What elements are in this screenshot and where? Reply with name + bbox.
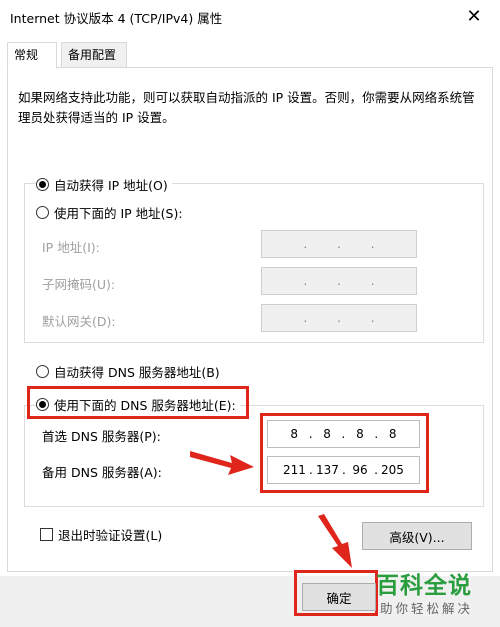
octet-dot: . bbox=[308, 427, 313, 441]
advanced-button[interactable]: 高级(V)... bbox=[362, 522, 472, 550]
octet-dot: . bbox=[309, 463, 313, 477]
dns-octet: 211 bbox=[283, 463, 306, 477]
auto-dns-radio[interactable] bbox=[36, 365, 49, 378]
validate-on-exit-label: 退出时验证设置(L) bbox=[58, 528, 163, 543]
octet-dot: . bbox=[337, 237, 341, 251]
octet-dot: . bbox=[341, 427, 346, 441]
tab-alternate-config[interactable]: 备用配置 bbox=[61, 42, 127, 68]
octet-dot: . bbox=[337, 311, 341, 325]
alternate-dns-field[interactable]: 211. 137. 96. 205 bbox=[267, 456, 420, 484]
tab-general-label: 常规 bbox=[14, 48, 39, 62]
dns-octet: 8 bbox=[290, 427, 299, 441]
ok-button[interactable]: 确定 bbox=[302, 583, 376, 611]
dns-octet: 137 bbox=[315, 463, 339, 477]
manual-dns-option[interactable]: 使用下面的 DNS 服务器地址(E): bbox=[36, 395, 240, 414]
auto-dns-label: 自动获得 DNS 服务器地址(B) bbox=[54, 365, 220, 380]
auto-ip-option[interactable]: 自动获得 IP 地址(O) bbox=[36, 175, 172, 194]
octet-dot: . bbox=[370, 237, 375, 251]
octet-dot: . bbox=[342, 463, 346, 477]
octet-dot: . bbox=[374, 427, 379, 441]
default-gateway-field[interactable]: . . . bbox=[261, 304, 417, 332]
validate-on-exit-checkbox[interactable] bbox=[40, 528, 53, 541]
manual-dns-label: 使用下面的 DNS 服务器地址(E): bbox=[54, 398, 236, 413]
auto-dns-option[interactable]: 自动获得 DNS 服务器地址(B) bbox=[36, 362, 220, 381]
preferred-dns-label: 首选 DNS 服务器(P): bbox=[42, 429, 161, 444]
title-bar: Internet 协议版本 4 (TCP/IPv4) 属性 ✕ bbox=[0, 0, 500, 34]
octet-dot: . bbox=[374, 463, 378, 477]
octet-dot: . bbox=[370, 274, 375, 288]
auto-ip-label: 自动获得 IP 地址(O) bbox=[54, 178, 168, 193]
watermark-title: 百科全说 bbox=[376, 573, 472, 599]
manual-ip-option[interactable]: 使用下面的 IP 地址(S): bbox=[36, 203, 187, 222]
validate-on-exit-option[interactable]: 退出时验证设置(L) bbox=[40, 525, 162, 544]
window-title: Internet 协议版本 4 (TCP/IPv4) 属性 bbox=[10, 11, 223, 26]
octet-dot: . bbox=[303, 274, 308, 288]
alternate-dns-label: 备用 DNS 服务器(A): bbox=[42, 465, 162, 480]
close-icon: ✕ bbox=[466, 5, 482, 27]
dns-octet: 8 bbox=[323, 427, 331, 441]
dns-octet: 96 bbox=[352, 463, 368, 477]
description-text: 如果网络支持此功能，则可以获取自动指派的 IP 设置。否则，你需要从网络系统管理… bbox=[18, 90, 475, 125]
ok-button-label: 确定 bbox=[326, 590, 352, 606]
tab-alternate-config-label: 备用配置 bbox=[68, 48, 117, 62]
subnet-mask-field[interactable]: . . . bbox=[261, 267, 417, 295]
advanced-button-label: 高级(V)... bbox=[389, 529, 445, 545]
dns-octet: 8 bbox=[388, 427, 397, 441]
annotation-arrow-icon bbox=[190, 451, 254, 475]
preferred-dns-field[interactable]: 8. 8. 8. 8 bbox=[267, 420, 420, 448]
octet-dot: . bbox=[337, 274, 341, 288]
octet-dot: . bbox=[370, 311, 375, 325]
manual-dns-radio[interactable] bbox=[36, 398, 49, 411]
octet-dot: . bbox=[303, 237, 308, 251]
manual-ip-radio[interactable] bbox=[36, 206, 49, 219]
ip-address-label: IP 地址(I): bbox=[42, 240, 100, 255]
watermark-logo: 百科全说 助你轻松解决 bbox=[374, 566, 496, 622]
manual-ip-label: 使用下面的 IP 地址(S): bbox=[54, 206, 183, 221]
default-gateway-label: 默认网关(D): bbox=[42, 314, 116, 329]
ip-address-field[interactable]: . . . bbox=[261, 230, 417, 258]
auto-ip-radio[interactable] bbox=[36, 178, 49, 191]
tab-general[interactable]: 常规 bbox=[7, 42, 57, 69]
octet-dot: . bbox=[303, 311, 308, 325]
close-button[interactable]: ✕ bbox=[454, 2, 494, 30]
dns-octet: 205 bbox=[381, 463, 404, 477]
watermark-subtitle: 助你轻松解决 bbox=[380, 601, 474, 616]
annotation-arrow-icon bbox=[318, 514, 352, 568]
dns-octet: 8 bbox=[356, 427, 364, 441]
subnet-mask-label: 子网掩码(U): bbox=[42, 277, 116, 292]
